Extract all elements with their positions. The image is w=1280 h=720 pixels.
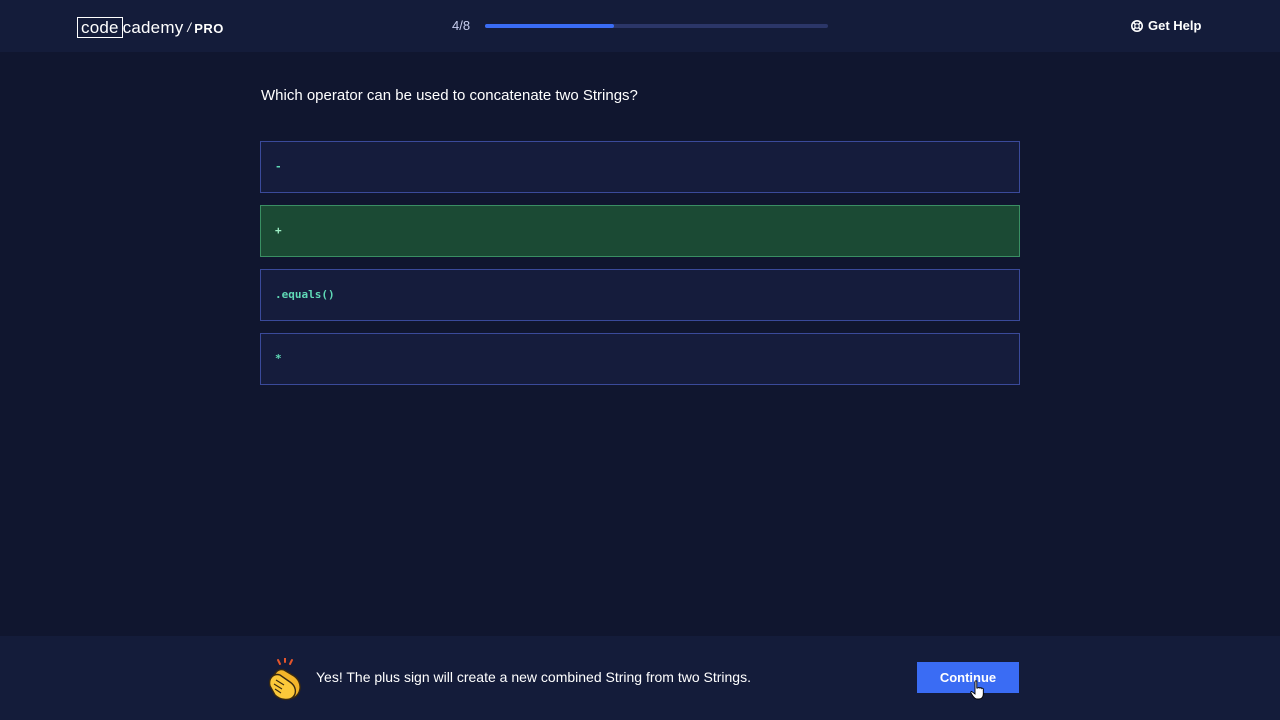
hand-pointer-cursor-icon	[970, 680, 984, 700]
progress-label: 4/8	[452, 18, 471, 33]
continue-button[interactable]: Continue	[917, 662, 1019, 693]
quiz-question: Which operator can be used to concatenat…	[261, 87, 638, 104]
lifebuoy-icon	[1131, 19, 1143, 32]
answer-option-equals[interactable]: .equals()	[260, 269, 1020, 321]
logo-code-box: code	[77, 16, 123, 38]
answer-option-asterisk[interactable]: *	[260, 333, 1020, 385]
top-bar: code cademy / PRO 4/8 Get Help	[0, 0, 1280, 52]
logo-pro: PRO	[194, 20, 224, 36]
answer-option-minus[interactable]: -	[260, 141, 1020, 193]
logo-separator: /	[187, 19, 192, 35]
progress-bar	[485, 24, 828, 28]
get-help-label: Get Help	[1148, 18, 1202, 33]
codecademy-pro-logo[interactable]: code cademy / PRO	[77, 16, 224, 38]
answer-option-text: *	[275, 352, 282, 365]
progress-bar-fill	[485, 24, 614, 28]
answer-option-text: -	[275, 160, 282, 173]
clapping-hands-icon	[268, 658, 301, 701]
feedback-message: Yes! The plus sign will create a new com…	[316, 669, 751, 685]
answer-option-text: .equals()	[275, 288, 335, 301]
get-help-button[interactable]: Get Help	[1131, 18, 1201, 33]
logo-cademy: cademy	[122, 17, 184, 37]
answer-option-text: +	[275, 224, 282, 237]
answer-option-plus-correct[interactable]: +	[260, 205, 1020, 257]
